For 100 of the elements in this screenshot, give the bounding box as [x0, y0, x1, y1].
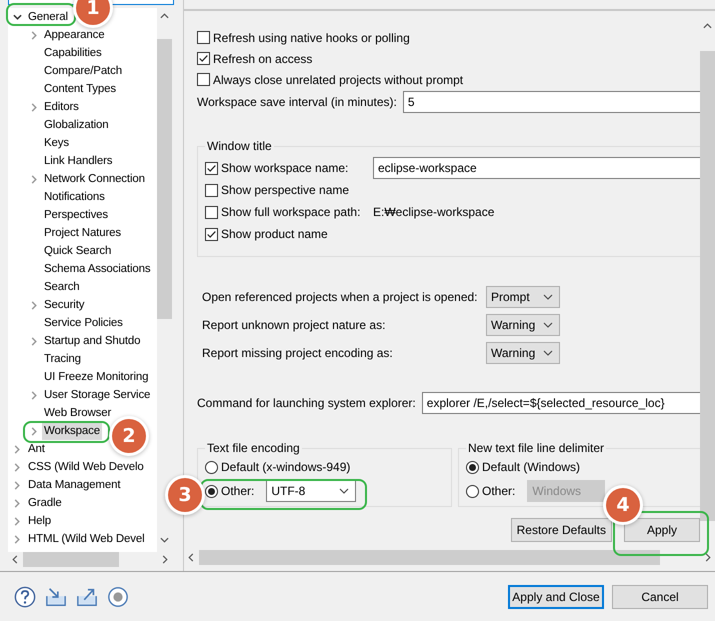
scroll-up-icon[interactable]: [160, 13, 169, 19]
scroll-right-icon[interactable]: [162, 555, 168, 564]
tree-item[interactable]: Appearance: [42, 26, 107, 44]
tree-item[interactable]: UI Freeze Monitoring: [42, 368, 150, 386]
tree-item[interactable]: Compare/Patch: [42, 62, 124, 80]
radio-button[interactable]: [205, 460, 218, 474]
tree-item[interactable]: Gradle: [26, 494, 64, 512]
scroll-left-icon[interactable]: [12, 555, 18, 564]
tree-item[interactable]: Perspectives: [42, 206, 110, 224]
checkbox[interactable]: [205, 162, 218, 174]
tree-item[interactable]: Workspace: [42, 422, 102, 440]
tree-item[interactable]: Service Policies: [42, 314, 125, 332]
input-field[interactable]: explorer /E,/select=${selected_resource_loc}: [422, 392, 700, 414]
tree-item[interactable]: HTML (Wild Web Devel: [26, 530, 146, 548]
checkbox-label: Show perspective name: [221, 183, 350, 197]
dropdown[interactable]: UTF-8: [266, 480, 356, 502]
checkbox[interactable]: [197, 31, 210, 44]
chevron-right-icon[interactable]: [31, 426, 37, 436]
tree-item[interactable]: Web Browser: [42, 404, 114, 422]
apply-button[interactable]: Apply: [624, 518, 700, 542]
tree-item[interactable]: Editors: [42, 98, 81, 116]
tree-item[interactable]: Link Handlers: [42, 152, 114, 170]
chevron-right-icon[interactable]: [31, 390, 37, 400]
checkbox[interactable]: [197, 52, 210, 65]
vertical-scrollbar[interactable]: [157, 8, 172, 552]
tree-item[interactable]: Network Connection: [42, 170, 147, 188]
chevron-right-icon[interactable]: [14, 480, 20, 490]
input-field[interactable]: eclipse-workspace: [373, 157, 700, 179]
tree-item[interactable]: Search: [42, 278, 82, 296]
scroll-left-icon[interactable]: [188, 553, 194, 562]
caret-icon: [543, 294, 553, 300]
apply-and-close-button[interactable]: Apply and Close: [508, 584, 604, 608]
checkbox-label: Refresh using native hooks or polling: [213, 30, 410, 44]
checkbox-label: Show workspace name:: [221, 161, 348, 175]
record-icon[interactable]: [107, 586, 129, 608]
checkbox[interactable]: [197, 73, 210, 86]
chevron-right-icon[interactable]: [31, 102, 37, 112]
caret-icon: [339, 488, 350, 494]
checkbox[interactable]: [205, 206, 218, 218]
tree-item[interactable]: CSS (Wild Web Develo: [26, 458, 146, 476]
tree-item[interactable]: Globalization: [42, 116, 111, 134]
chevron-right-icon[interactable]: [14, 462, 20, 472]
input-field[interactable]: 5: [402, 91, 700, 113]
radio-label: Default (x-windows-949): [221, 460, 350, 474]
chevron-right-icon[interactable]: [14, 444, 20, 454]
checkbox-label: Refresh on access: [213, 52, 312, 66]
tree-item[interactable]: Data Management: [26, 476, 122, 494]
help-icon[interactable]: [14, 586, 36, 608]
group-title: Text file encoding: [206, 441, 301, 455]
dropdown-label: Open referenced projects when a project is opened:: [202, 290, 479, 304]
tree-item[interactable]: Tracing: [42, 350, 83, 368]
checkbox-label: Show product name: [221, 227, 328, 241]
step-number-badge: 3: [168, 478, 202, 512]
caret-icon: [543, 322, 553, 328]
tree-item[interactable]: Security: [42, 296, 86, 314]
caret-icon: [543, 350, 553, 356]
dropdown[interactable]: Warning: [486, 342, 560, 364]
checkbox-label: Show full workspace path:: [221, 205, 360, 219]
chevron-right-icon[interactable]: [31, 336, 37, 346]
tree-item[interactable]: Help: [26, 512, 54, 530]
checkbox[interactable]: [205, 184, 218, 196]
group-title: Window title: [206, 139, 273, 153]
tree-item[interactable]: Capabilities: [42, 44, 104, 62]
path-text: E:₩eclipse-workspace: [373, 205, 494, 219]
dropdown-label: Report missing project encoding as:: [202, 346, 394, 360]
restore-defaults-button[interactable]: Restore Defaults: [510, 518, 612, 542]
dropdown[interactable]: Prompt: [486, 286, 560, 308]
scroll-down-icon[interactable]: [160, 537, 169, 543]
radio-label: Other:: [221, 484, 254, 498]
checkbox[interactable]: [205, 228, 218, 240]
dropdown[interactable]: Warning: [486, 314, 560, 336]
chevron-right-icon[interactable]: [14, 534, 20, 544]
import-icon[interactable]: [45, 586, 67, 608]
chevron-down-icon[interactable]: [12, 14, 22, 20]
tree-item[interactable]: User Storage Service: [42, 386, 152, 404]
chevron-right-icon[interactable]: [31, 174, 37, 184]
chevron-right-icon[interactable]: [14, 498, 20, 508]
radio-label: Other:: [482, 484, 516, 498]
chevron-right-icon[interactable]: [14, 516, 20, 526]
radio-button[interactable]: [205, 484, 218, 498]
tree-item[interactable]: Ant: [26, 440, 47, 458]
tree-item[interactable]: Notifications: [42, 188, 107, 206]
tree-item[interactable]: Project Natures: [42, 224, 124, 242]
chevron-right-icon[interactable]: [31, 300, 37, 310]
radio-label: Default (Windows): [482, 460, 580, 474]
dropdown-label: Report unknown project nature as:: [202, 318, 386, 332]
checkbox-label: Always close unrelated projects without prompt: [213, 72, 464, 86]
tree-item[interactable]: Startup and Shutdo: [42, 332, 142, 350]
tree-item[interactable]: General: [26, 8, 70, 26]
chevron-right-icon[interactable]: [31, 30, 37, 40]
scroll-up-icon[interactable]: [703, 23, 712, 29]
tree-item[interactable]: Content Types: [42, 80, 118, 98]
tree-item[interactable]: Quick Search: [42, 242, 114, 260]
scroll-right-icon[interactable]: [705, 553, 711, 562]
tree-item[interactable]: Keys: [42, 134, 71, 152]
step-number-badge: 2: [112, 419, 146, 453]
cancel-button[interactable]: Cancel: [612, 584, 708, 608]
tree-item[interactable]: Schema Associations: [42, 260, 152, 278]
group-title: New text file line delimiter: [467, 441, 606, 455]
radio-button[interactable]: [466, 460, 479, 474]
